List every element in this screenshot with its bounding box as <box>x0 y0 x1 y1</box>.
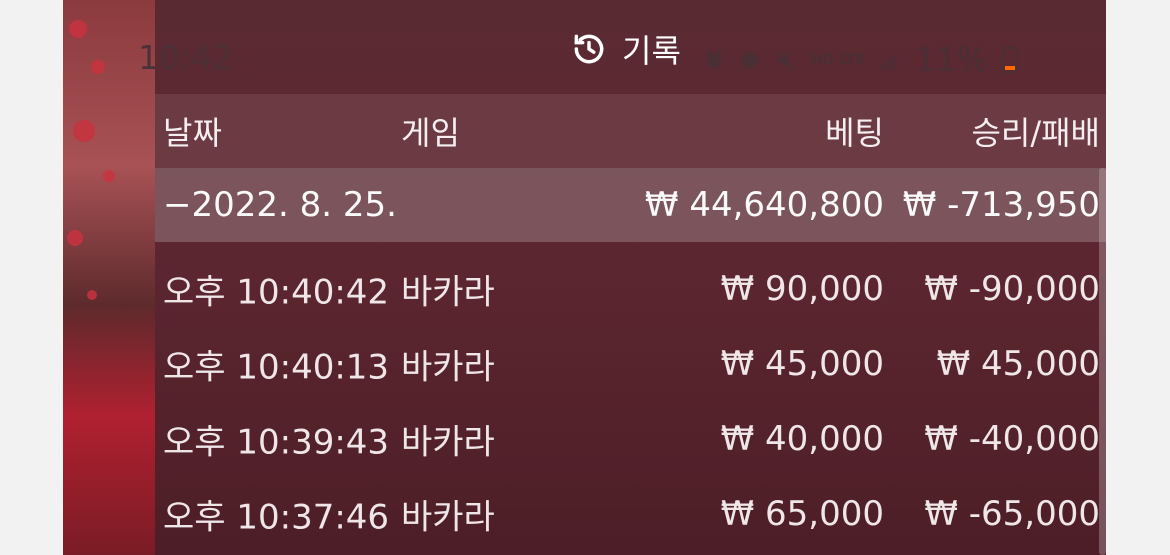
mute-icon <box>776 49 796 70</box>
signal-icon <box>881 54 896 69</box>
row-bet: ₩ 65,000 <box>720 494 884 534</box>
status-icons: HD LTE 11% <box>703 40 1019 79</box>
date-group-row[interactable]: −2022. 8. 25. ₩ 44,640,800 ₩ -713,950 <box>155 168 1106 242</box>
row-time: 오후 10:40:13 <box>163 347 390 388</box>
column-header-win-loss[interactable]: 승리/패배 <box>971 108 1100 154</box>
row-game: 바카라 <box>401 497 495 538</box>
table-row[interactable]: 오후 10:40:42 바카라 ₩ 90,000 ₩ -90,000 <box>155 252 1106 326</box>
network-label: HD LTE <box>811 51 865 68</box>
page-title: 기록 <box>622 32 681 70</box>
scrollbar[interactable] <box>1099 168 1106 555</box>
column-header-date[interactable]: 날짜 <box>163 108 222 154</box>
row-win-loss: ₩ -40,000 <box>924 419 1100 459</box>
table-row[interactable]: 오후 10:37:46 바카라 ₩ 65,000 ₩ -65,000 <box>155 477 1106 551</box>
row-bet: ₩ 90,000 <box>720 269 884 309</box>
column-header-bet[interactable]: 베팅 <box>825 108 884 154</box>
row-game: 바카라 <box>401 422 495 463</box>
row-time: 오후 10:40:42 <box>163 272 390 313</box>
row-win-loss: ₩ -90,000 <box>924 269 1100 309</box>
total-bet: ₩ 44,640,800 <box>644 185 884 225</box>
status-time: 10:42 <box>138 38 234 77</box>
app-frame: 10:42 HD LTE 11% 기록 날짜 게임 베팅 승리/패배 −2022… <box>63 0 1106 555</box>
row-time: 오후 10:39:43 <box>163 422 390 463</box>
row-bet: ₩ 40,000 <box>720 419 884 459</box>
battery-icon <box>1002 46 1019 73</box>
row-win-loss: ₩ 45,000 <box>936 344 1100 384</box>
row-time: 오후 10:37:46 <box>163 497 390 538</box>
table-header: 날짜 게임 베팅 승리/패배 <box>155 94 1106 168</box>
clock-icon <box>741 51 759 68</box>
alarm-icon <box>706 50 722 68</box>
column-header-game[interactable]: 게임 <box>401 108 460 154</box>
row-win-loss: ₩ -65,000 <box>924 494 1100 534</box>
page-title-group: 기록 <box>570 26 681 72</box>
row-game: 바카라 <box>401 347 495 388</box>
battery-percent: 11% <box>914 40 989 79</box>
total-win-loss: ₩ -713,950 <box>902 185 1100 225</box>
row-game: 바카라 <box>401 272 495 313</box>
row-bet: ₩ 45,000 <box>720 344 884 384</box>
history-icon <box>574 34 604 64</box>
date-group-label: −2022. 8. 25. <box>163 185 397 225</box>
table-row[interactable]: 오후 10:39:43 바카라 ₩ 40,000 ₩ -40,000 <box>155 402 1106 476</box>
table-row[interactable]: 오후 10:40:13 바카라 ₩ 45,000 ₩ 45,000 <box>155 327 1106 401</box>
